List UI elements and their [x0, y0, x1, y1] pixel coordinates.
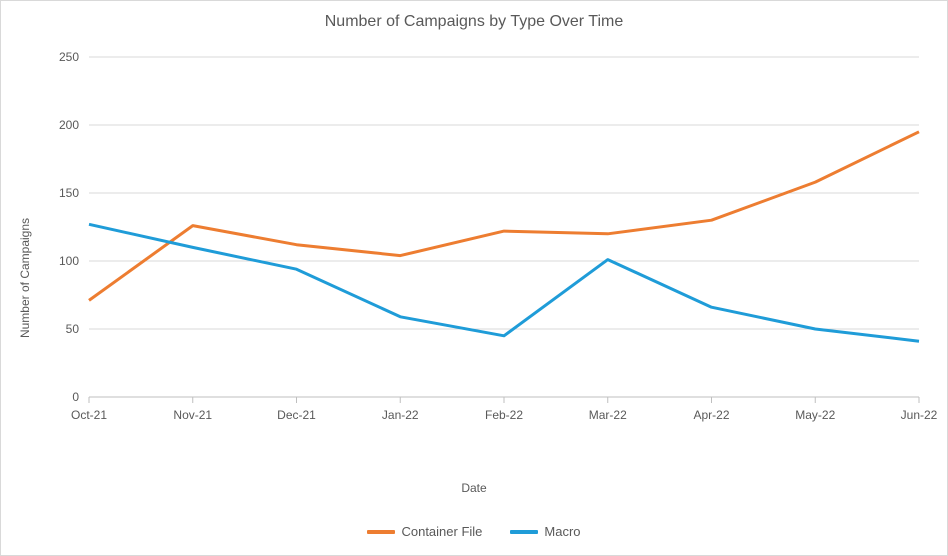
legend-item: Container File	[367, 524, 482, 539]
x-tick-label: Apr-22	[693, 408, 729, 422]
y-tick-label: 0	[72, 390, 79, 404]
x-tick-label: Jun-22	[901, 408, 938, 422]
y-axis-label: Number of Campaigns	[18, 218, 32, 338]
legend-item: Macro	[510, 524, 580, 539]
x-tick-label: Oct-21	[71, 408, 107, 422]
plot-svg: 050100150200250Oct-21Nov-21Dec-21Jan-22F…	[89, 47, 919, 427]
x-tick-label: Feb-22	[485, 408, 523, 422]
x-tick-label: Mar-22	[589, 408, 627, 422]
chart-container: Number of Campaigns by Type Over Time Nu…	[0, 0, 948, 556]
chart-title: Number of Campaigns by Type Over Time	[1, 13, 947, 31]
legend-swatch	[367, 530, 395, 534]
x-tick-label: Nov-21	[173, 408, 212, 422]
y-tick-label: 250	[59, 50, 79, 64]
x-axis-label: Date	[1, 481, 947, 495]
x-tick-label: Jan-22	[382, 408, 419, 422]
y-tick-label: 50	[66, 322, 80, 336]
plot-area: 050100150200250Oct-21Nov-21Dec-21Jan-22F…	[89, 47, 919, 427]
y-tick-label: 100	[59, 254, 79, 268]
y-tick-label: 200	[59, 118, 79, 132]
legend-label: Macro	[544, 524, 580, 539]
x-tick-label: Dec-21	[277, 408, 316, 422]
series-line	[89, 132, 919, 301]
series-line	[89, 224, 919, 341]
y-tick-label: 150	[59, 186, 79, 200]
legend: Container File Macro	[1, 524, 947, 539]
legend-swatch	[510, 530, 538, 534]
x-tick-label: May-22	[795, 408, 835, 422]
legend-label: Container File	[401, 524, 482, 539]
